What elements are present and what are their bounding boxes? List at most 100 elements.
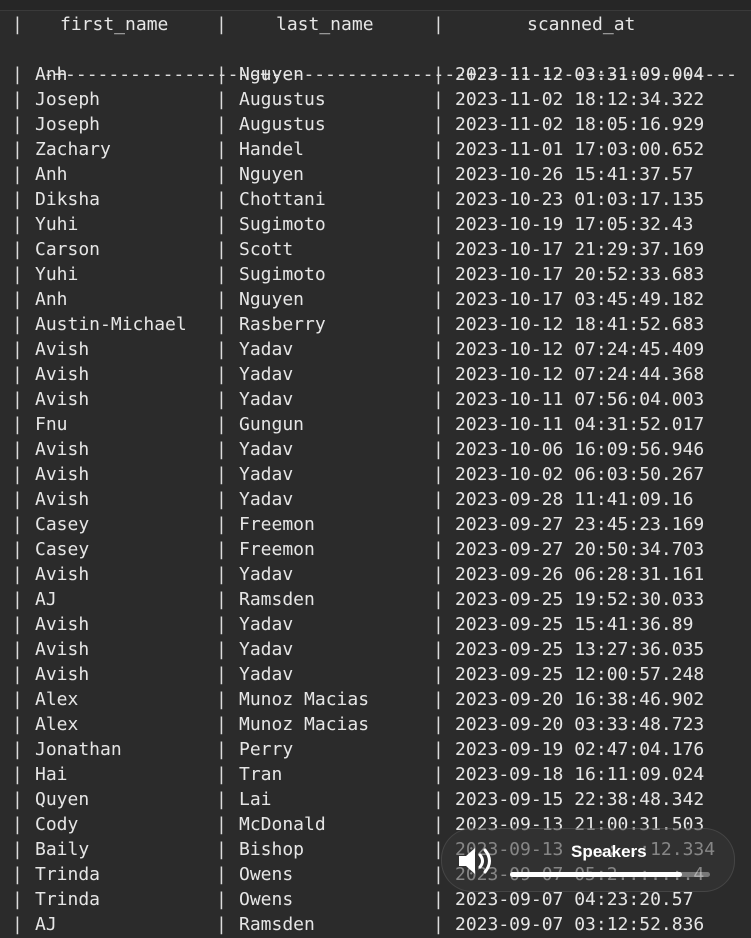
cell-first-name: Alex (35, 689, 79, 710)
column-divider: | (216, 764, 227, 785)
table-row: | Hai | Tran | 2023-09-18 16:11:09.024 (0, 762, 751, 787)
cell-scanned-at: 2023-10-17 21:29:37.169 (455, 239, 705, 260)
column-divider: | (433, 164, 444, 185)
cell-scanned-at: 2023-09-07 03:12:52.836 (455, 914, 705, 935)
cell-first-name: Cody (35, 814, 79, 835)
volume-slider[interactable] (510, 872, 710, 877)
column-divider: | (433, 614, 444, 635)
column-divider: | (12, 864, 23, 885)
cell-scanned-at: 2023-09-25 13:27:36.035 (455, 639, 705, 660)
cell-first-name: Trinda (35, 864, 101, 885)
column-divider: | (12, 214, 23, 235)
cell-scanned-at: 2023-09-19 02:47:04.176 (455, 739, 705, 760)
speaker-volume-icon (459, 848, 491, 874)
column-divider: | (216, 514, 227, 535)
column-divider: | (216, 689, 227, 710)
cell-scanned-at: 2023-09-27 20:50:34.703 (455, 539, 705, 560)
table-row: | Avish | Yadav | 2023-09-28 11:41:09.16 (0, 487, 751, 512)
terminal-top-border (0, 0, 751, 11)
cell-scanned-at: 2023-10-06 16:09:56.946 (455, 439, 705, 460)
cell-last-name: Sugimoto (239, 264, 326, 285)
column-divider: | (216, 364, 227, 385)
column-divider: | (216, 489, 227, 510)
cell-last-name: Nguyen (239, 289, 305, 310)
table-row: | Avish | Yadav | 2023-10-02 06:03:50.267 (0, 462, 751, 487)
table-row: | Avish | Yadav | 2023-09-25 12:00:57.248 (0, 662, 751, 687)
table-row: | AJ | Ramsden | 2023-09-25 19:52:30.033 (0, 587, 751, 612)
column-divider: | (216, 139, 227, 160)
column-divider: | (433, 114, 444, 135)
table-header: | first_name | last_name | scanned_at (0, 12, 751, 37)
cell-scanned-at: 2023-10-19 17:05:32.43 (455, 214, 694, 235)
column-divider: | (433, 464, 444, 485)
cell-last-name: Tran (239, 764, 283, 785)
cell-last-name: Yadav (239, 664, 294, 685)
volume-slider-fill (510, 872, 682, 877)
cell-first-name: Avish (35, 389, 90, 410)
column-divider: | (216, 339, 227, 360)
cell-first-name: AJ (35, 914, 57, 935)
cell-first-name: Joseph (35, 114, 101, 135)
cell-first-name: Hai (35, 764, 68, 785)
column-divider: | (433, 264, 444, 285)
column-divider: | (12, 764, 23, 785)
table-row: | Avish | Yadav | 2023-10-12 07:24:45.409 (0, 337, 751, 362)
column-divider: | (12, 514, 23, 535)
table-row: | Avish | Yadav | 2023-09-26 06:28:31.161 (0, 562, 751, 587)
cell-first-name: Avish (35, 364, 90, 385)
cell-scanned-at: 2023-10-12 07:24:45.409 (455, 339, 705, 360)
cell-last-name: Owens (239, 864, 294, 885)
header-separator: -+------------------+------------------+… (0, 37, 737, 85)
cell-last-name: Yadav (239, 564, 294, 585)
column-divider: | (216, 439, 227, 460)
column-divider: | (216, 414, 227, 435)
column-divider: | (216, 614, 227, 635)
cell-last-name: Yadav (239, 639, 294, 660)
column-divider: | (433, 139, 444, 160)
table-row: | Austin-Michael | Rasberry | 2023-10-12 18:4… (0, 312, 751, 337)
column-divider: | (433, 914, 444, 935)
column-divider: | (12, 889, 23, 910)
column-divider: | (433, 789, 444, 810)
table-row: | Jonathan | Perry | 2023-09-19 02:47:04.176 (0, 737, 751, 762)
cell-last-name: Nguyen (239, 164, 305, 185)
column-divider: | (433, 314, 444, 335)
cell-last-name: Yadav (239, 364, 294, 385)
cell-scanned-at: 2023-09-25 12:00:57.248 (455, 664, 705, 685)
column-divider: | (216, 314, 227, 335)
cell-scanned-at: 2023-09-27 23:45:23.169 (455, 514, 705, 535)
table-row: | Zachary | Handel | 2023-11-01 17:03:00.652 (0, 137, 751, 162)
cell-first-name: Avish (35, 639, 90, 660)
cell-first-name: Avish (35, 339, 90, 360)
volume-osd: Speakers (441, 828, 735, 892)
table-row: | Fnu | Gungun | 2023-10-11 04:31:52.017 (0, 412, 751, 437)
column-divider: | (12, 164, 23, 185)
cell-scanned-at: 2023-10-17 03:45:49.182 (455, 289, 705, 310)
column-divider: | (433, 664, 444, 685)
cell-first-name: Avish (35, 439, 90, 460)
column-divider: | (433, 889, 444, 910)
cell-last-name: Sugimoto (239, 214, 326, 235)
column-divider: | (12, 664, 23, 685)
cell-last-name: Ramsden (239, 914, 315, 935)
cell-scanned-at: 2023-11-12 03:31:09.004 (455, 64, 705, 85)
column-divider: | (433, 514, 444, 535)
cell-last-name: Perry (239, 739, 294, 760)
column-divider: | (12, 489, 23, 510)
column-divider: | (433, 339, 444, 360)
column-divider: | (12, 839, 23, 860)
cell-first-name: Avish (35, 489, 90, 510)
column-divider: | (12, 139, 23, 160)
cell-first-name: Casey (35, 539, 90, 560)
column-divider: | (12, 89, 23, 110)
column-divider: | (433, 489, 444, 510)
terminal-window[interactable]: | first_name | last_name | scanned_at -+… (0, 0, 751, 938)
column-divider: | (216, 914, 227, 935)
column-divider: | (12, 539, 23, 560)
cell-scanned-at: 2023-10-23 01:03:17.135 (455, 189, 705, 210)
cell-first-name: Quyen (35, 789, 90, 810)
table-row: | Anh | Nguyen | 2023-11-12 03:31:09.004 (0, 62, 751, 87)
cell-last-name: Munoz Macias (239, 689, 370, 710)
column-divider: | (216, 639, 227, 660)
column-divider: | (12, 414, 23, 435)
